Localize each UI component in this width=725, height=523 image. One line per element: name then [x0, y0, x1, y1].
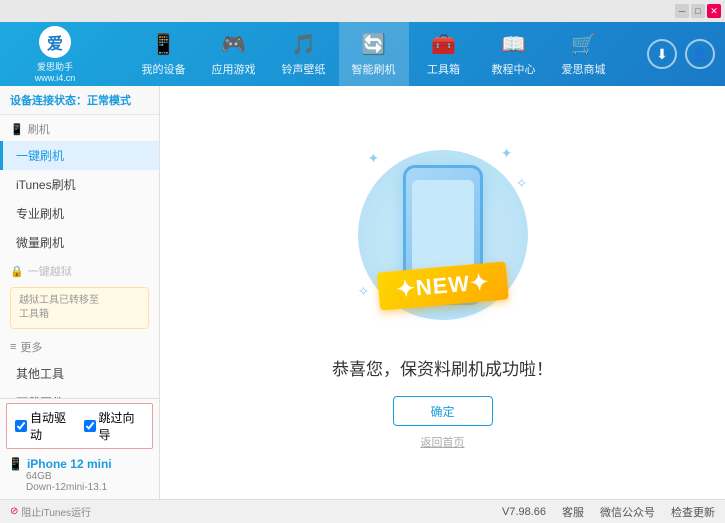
nav-smart-flash-label: 智能刷机	[352, 61, 396, 77]
version-text: V7.98.66	[502, 506, 546, 518]
nav-apps-games-label: 应用游戏	[212, 61, 256, 77]
tutorial-icon: 📖	[501, 32, 526, 57]
skip-wizard-label: 跳过向导	[99, 409, 145, 443]
nav-toolbox[interactable]: 🧰 工具箱	[409, 22, 479, 86]
nav-bar: 📱 我的设备 🎮 应用游戏 🎵 铃声壁纸 🔄 智能刷机 🧰 工具箱 📖 教程中心…	[100, 22, 647, 86]
nav-smart-flash[interactable]: 🔄 智能刷机	[339, 22, 409, 86]
confirm-button[interactable]: 确定	[393, 396, 493, 426]
device-status-value: 正常模式	[87, 95, 131, 107]
sparkle-4: ✧	[358, 283, 370, 300]
sidebar-top: 设备连接状态：正常模式 📱 刷机 一键刷机 iTunes刷机 专业刷机 微量刷	[0, 86, 159, 398]
nav-shop[interactable]: 🛒 爱思商城	[549, 22, 619, 86]
sidebar-bottom: 自动驱动 跳过向导 📱 iPhone 12 mini 64GB Down-12m…	[0, 398, 159, 499]
center-panel: ✦ ✦ ✧ ✧ ✦NEW✦ 恭喜您，保资料刷机成功啦！ 确定 返回首页	[160, 86, 725, 499]
sidebar-item-download-firmware[interactable]: 下载固件	[0, 388, 159, 398]
return-link[interactable]: 返回首页	[421, 434, 465, 450]
nav-shop-label: 爱思商城	[562, 61, 606, 77]
sidebar-item-pro-flash[interactable]: 专业刷机	[0, 199, 159, 228]
sidebar-item-other-tools[interactable]: 其他工具	[0, 359, 159, 388]
bottom-bar: ⊘ 阻止iTunes运行 V7.98.66 客服 微信公众号 检查更新	[0, 499, 725, 523]
restore-button[interactable]: □	[691, 4, 705, 18]
itunes-status: ⊘ 阻止iTunes运行	[10, 504, 91, 519]
itunes-flash-label: iTunes刷机	[16, 176, 76, 193]
sidebar: 设备连接状态：正常模式 📱 刷机 一键刷机 iTunes刷机 专业刷机 微量刷	[0, 86, 160, 499]
user-button[interactable]: 👤	[685, 39, 715, 69]
logo-icon: 爱	[39, 26, 71, 58]
ringtones-icon: 🎵	[291, 32, 316, 57]
toolbox-icon: 🧰	[431, 32, 456, 57]
sparkle-2: ✦	[501, 145, 513, 162]
sidebar-item-itunes-flash[interactable]: iTunes刷机	[0, 170, 159, 199]
header: 爱 爱思助手 www.i4.cn 📱 我的设备 🎮 应用游戏 🎵 铃声壁纸 🔄 …	[0, 22, 725, 86]
sparkle-3: ✧	[516, 175, 528, 192]
header-right: ⬇ 👤	[647, 39, 715, 69]
my-device-icon: 📱	[151, 32, 176, 57]
close-button[interactable]: ✕	[707, 4, 721, 18]
one-click-flash-label: 一键刷机	[16, 147, 64, 164]
sidebar-more-title: ≡ 更多	[0, 333, 159, 359]
more-icon: ≡	[10, 341, 16, 353]
sidebar-wrapper: 设备连接状态：正常模式 📱 刷机 一键刷机 iTunes刷机 专业刷机 微量刷	[0, 86, 159, 499]
skip-wizard-input[interactable]	[84, 420, 96, 432]
smart-flash-icon: 🔄	[361, 32, 386, 57]
logo-line1: 爱思助手	[37, 60, 73, 73]
device-name: iPhone 12 mini	[27, 457, 112, 471]
customer-service-link[interactable]: 客服	[562, 504, 584, 520]
nav-ringtones[interactable]: 🎵 铃声壁纸	[269, 22, 339, 86]
download-button[interactable]: ⬇	[647, 39, 677, 69]
skip-wizard-checkbox[interactable]: 跳过向导	[84, 409, 145, 443]
nav-my-device[interactable]: 📱 我的设备	[129, 22, 199, 86]
nav-my-device-label: 我的设备	[142, 61, 186, 77]
device-firmware: Down-12mini-13.1	[26, 482, 151, 493]
nav-ringtones-label: 铃声壁纸	[282, 61, 326, 77]
minimize-button[interactable]: －	[675, 4, 689, 18]
nav-toolbox-label: 工具箱	[427, 61, 460, 77]
nav-apps-games[interactable]: 🎮 应用游戏	[199, 22, 269, 86]
micro-flash-label: 微量刷机	[16, 234, 64, 251]
stop-icon: ⊘	[10, 506, 18, 517]
jailbreak-note: 越狱工具已转移至工具箱	[10, 287, 149, 329]
sidebar-flash-title: 📱 刷机	[0, 115, 159, 141]
sparkle-1: ✦	[368, 150, 380, 167]
title-bar: － □ ✕	[0, 0, 725, 22]
success-message: 恭喜您，保资料刷机成功啦！	[332, 355, 553, 380]
device-status-label: 设备连接状态：	[10, 95, 87, 107]
logo-line2: www.i4.cn	[35, 73, 76, 83]
new-badge-text: ✦NEW✦	[395, 269, 490, 302]
sidebar-device-info: 📱 iPhone 12 mini 64GB Down-12mini-13.1	[0, 453, 159, 499]
bottom-right: V7.98.66 客服 微信公众号 检查更新	[502, 504, 715, 520]
nav-tutorial[interactable]: 📖 教程中心	[479, 22, 549, 86]
auto-drive-input[interactable]	[15, 420, 27, 432]
auto-drive-label: 自动驱动	[30, 409, 76, 443]
device-name-row: 📱 iPhone 12 mini	[8, 457, 151, 471]
sidebar-jailbreak-title: 🔒 一键越狱	[0, 257, 159, 283]
logo-area[interactable]: 爱 爱思助手 www.i4.cn	[10, 26, 100, 83]
bottom-checkboxes: 自动驱动 跳过向导	[6, 403, 153, 449]
lock-icon: 🔒	[10, 265, 24, 278]
main-content: 设备连接状态：正常模式 📱 刷机 一键刷机 iTunes刷机 专业刷机 微量刷	[0, 86, 725, 499]
device-storage: 64GB	[26, 471, 151, 482]
check-update-link[interactable]: 检查更新	[671, 504, 715, 520]
apps-games-icon: 🎮	[221, 32, 246, 57]
other-tools-label: 其他工具	[16, 365, 64, 382]
pro-flash-label: 专业刷机	[16, 205, 64, 222]
nav-tutorial-label: 教程中心	[492, 61, 536, 77]
wechat-link[interactable]: 微信公众号	[600, 504, 655, 520]
success-illustration: ✦ ✦ ✧ ✧ ✦NEW✦	[343, 135, 543, 335]
flash-icon: 📱	[10, 123, 24, 136]
sidebar-item-one-click-flash[interactable]: 一键刷机	[0, 141, 159, 170]
auto-drive-checkbox[interactable]: 自动驱动	[15, 409, 76, 443]
phone-icon: 📱	[8, 457, 23, 471]
sidebar-item-micro-flash[interactable]: 微量刷机	[0, 228, 159, 257]
itunes-status-text: 阻止iTunes运行	[21, 504, 91, 519]
shop-icon: 🛒	[571, 32, 596, 57]
device-status: 设备连接状态：正常模式	[0, 86, 159, 115]
